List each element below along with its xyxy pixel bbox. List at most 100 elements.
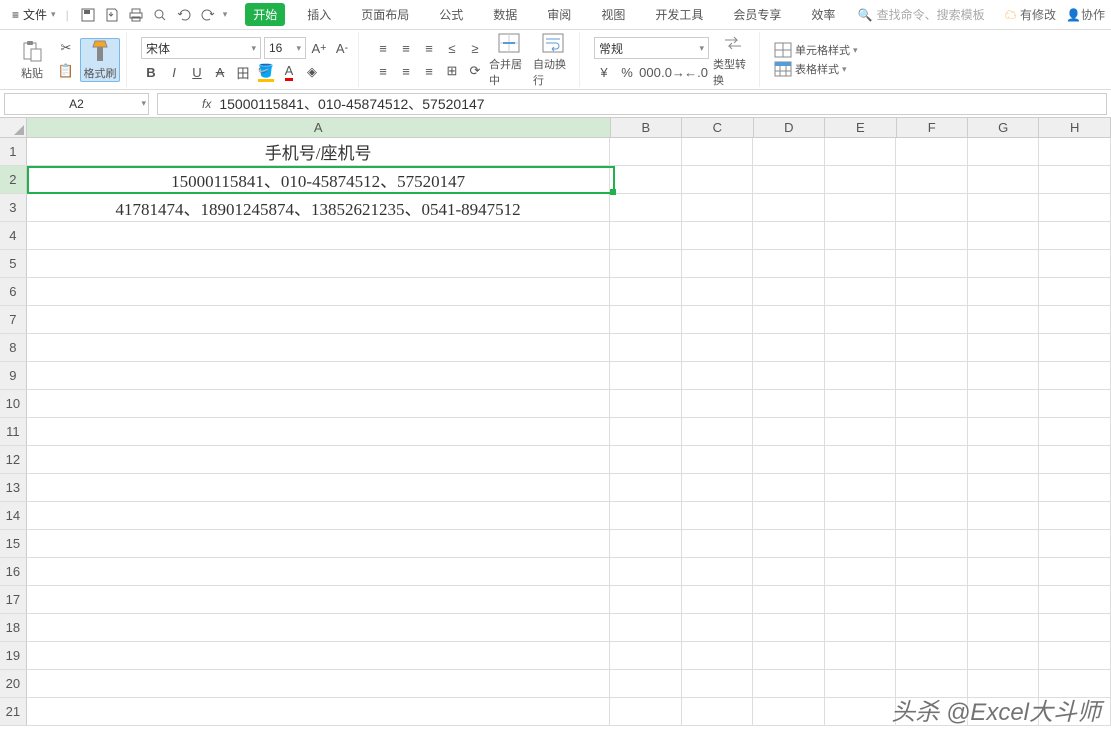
cell[interactable] [1039, 334, 1111, 361]
cell[interactable] [27, 530, 611, 557]
cell[interactable] [825, 278, 897, 305]
cell[interactable] [610, 698, 682, 725]
cell[interactable] [27, 474, 611, 501]
percent-button[interactable]: % [617, 62, 637, 82]
decrease-indent-button[interactable]: ≤ [442, 38, 462, 58]
align-left-button[interactable]: ≡ [373, 61, 393, 81]
row-header[interactable]: 5 [0, 250, 27, 277]
cell[interactable] [825, 138, 897, 165]
cell[interactable] [610, 334, 682, 361]
col-header-g[interactable]: G [968, 118, 1039, 137]
type-convert-button[interactable]: 类型转换 [713, 32, 753, 88]
cell[interactable] [968, 334, 1040, 361]
cell[interactable] [968, 614, 1040, 641]
cell-format-button[interactable]: 单元格样式▾ [774, 42, 858, 58]
cell[interactable] [753, 362, 825, 389]
export-icon[interactable] [103, 6, 121, 24]
cell[interactable] [682, 446, 754, 473]
cell[interactable] [896, 530, 968, 557]
row-header[interactable]: 10 [0, 390, 27, 417]
effects-button[interactable]: ◈ [302, 62, 322, 82]
cell[interactable] [610, 278, 682, 305]
cell[interactable] [682, 306, 754, 333]
decrease-font-button[interactable]: A- [332, 38, 352, 58]
cell[interactable] [825, 558, 897, 585]
cell[interactable] [27, 698, 611, 725]
cell[interactable] [27, 558, 611, 585]
row-header[interactable]: 18 [0, 614, 27, 641]
cell[interactable] [896, 614, 968, 641]
cell[interactable] [610, 390, 682, 417]
cell[interactable] [682, 166, 754, 193]
search-box[interactable]: 🔍 查找命令、搜索模板 [858, 6, 985, 23]
cell[interactable] [896, 418, 968, 445]
cell[interactable] [682, 530, 754, 557]
format-painter-button[interactable]: 格式刷 [80, 38, 120, 82]
col-header-b[interactable]: B [611, 118, 682, 137]
decrease-decimal-button[interactable]: ←.0 [686, 62, 706, 82]
file-menu[interactable]: ≡ 文件 ▾ [6, 4, 62, 25]
cell[interactable] [682, 642, 754, 669]
align-center-button[interactable]: ≡ [396, 61, 416, 81]
cell[interactable] [753, 614, 825, 641]
col-header-h[interactable]: H [1039, 118, 1110, 137]
tab-dev-tools[interactable]: 开发工具 [647, 3, 711, 26]
cell[interactable] [27, 642, 611, 669]
row-header[interactable]: 13 [0, 474, 27, 501]
cell[interactable] [1039, 418, 1111, 445]
distribute-button[interactable]: ⊞ [442, 61, 462, 81]
cell[interactable] [27, 418, 611, 445]
cell[interactable] [896, 194, 968, 221]
cell[interactable] [825, 698, 897, 725]
name-box[interactable]: A2 ▾ [4, 93, 149, 115]
cell[interactable] [682, 502, 754, 529]
cell[interactable] [682, 222, 754, 249]
cell[interactable] [1039, 558, 1111, 585]
cell[interactable] [825, 446, 897, 473]
italic-button[interactable]: I [164, 62, 184, 82]
cell[interactable] [682, 474, 754, 501]
cell[interactable] [1039, 166, 1111, 193]
cell[interactable] [825, 334, 897, 361]
cell[interactable] [896, 222, 968, 249]
cell[interactable] [825, 306, 897, 333]
row-header[interactable]: 16 [0, 558, 27, 585]
cell[interactable] [682, 614, 754, 641]
cell[interactable] [825, 362, 897, 389]
cell[interactable] [896, 334, 968, 361]
align-middle-button[interactable]: ≡ [396, 38, 416, 58]
cell[interactable] [896, 558, 968, 585]
row-header[interactable]: 7 [0, 306, 27, 333]
strikethrough-button[interactable]: A [210, 62, 230, 82]
row-header[interactable]: 15 [0, 530, 27, 557]
increase-decimal-button[interactable]: .0→ [663, 62, 683, 82]
cell[interactable] [682, 278, 754, 305]
cell[interactable] [753, 194, 825, 221]
cell[interactable] [610, 530, 682, 557]
font-size-select[interactable]: 16▾ [264, 37, 306, 59]
cell[interactable] [27, 614, 611, 641]
cell[interactable] [896, 166, 968, 193]
cell[interactable] [1039, 530, 1111, 557]
cell[interactable] [825, 614, 897, 641]
row-header[interactable]: 14 [0, 502, 27, 529]
cell[interactable] [753, 502, 825, 529]
preview-icon[interactable] [151, 6, 169, 24]
tab-page-layout[interactable]: 页面布局 [353, 3, 417, 26]
cell[interactable] [27, 446, 611, 473]
cell[interactable] [610, 642, 682, 669]
number-format-select[interactable]: 常规▾ [594, 37, 709, 59]
cell[interactable] [753, 586, 825, 613]
row-header[interactable]: 21 [0, 698, 27, 725]
cell[interactable] [753, 474, 825, 501]
tab-review[interactable]: 审阅 [539, 3, 579, 26]
redo-icon[interactable] [199, 6, 217, 24]
cell[interactable] [896, 278, 968, 305]
cell[interactable] [753, 334, 825, 361]
cell[interactable] [1039, 278, 1111, 305]
increase-font-button[interactable]: A+ [309, 38, 329, 58]
cell[interactable] [1039, 194, 1111, 221]
tab-efficiency[interactable]: 效率 [803, 3, 843, 26]
cell[interactable] [27, 586, 611, 613]
cell[interactable] [968, 250, 1040, 277]
